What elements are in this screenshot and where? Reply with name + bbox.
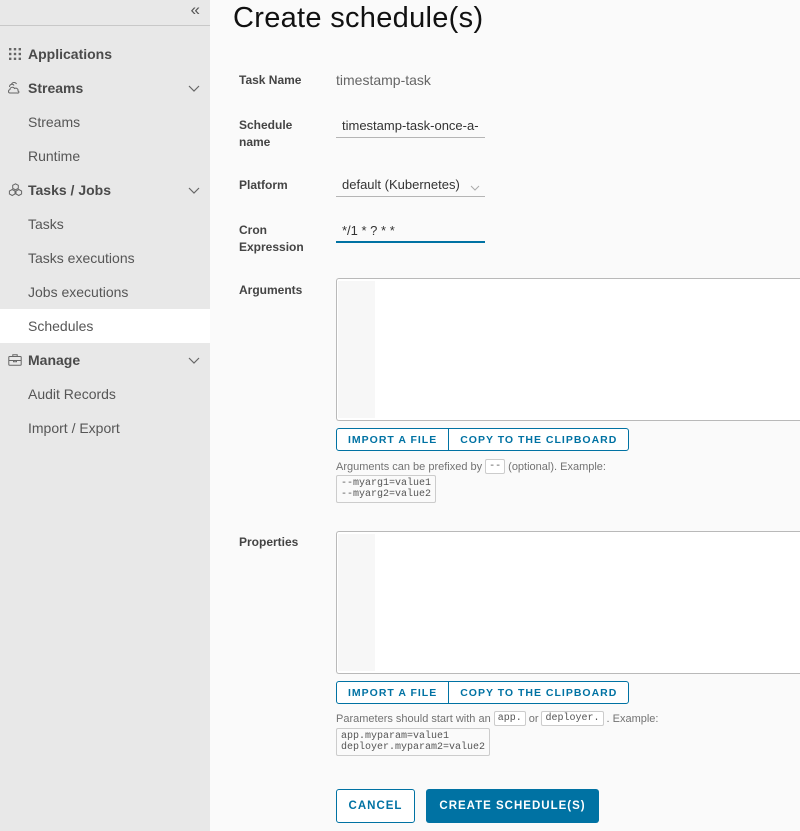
sidebar-item-label: Audit Records — [28, 386, 116, 402]
properties-hint: Parameters should start with an app. or … — [336, 711, 658, 726]
sidebar-item-label: Runtime — [28, 148, 81, 164]
hint-code: -- — [485, 459, 506, 474]
sidebar-group-applications[interactable]: Applications — [0, 37, 210, 71]
sidebar-item-audit-records[interactable]: Audit Records — [0, 377, 210, 411]
properties-import-file-button[interactable]: IMPORT A FILE — [337, 682, 448, 703]
sidebar-group-label: Streams — [28, 80, 84, 96]
hint-text: (optional). Example: — [508, 460, 606, 473]
example-line: --myarg1=value1 — [341, 478, 432, 489]
sidebar-item-import-export[interactable]: Import / Export — [0, 411, 210, 445]
arguments-example: --myarg1=value1 --myarg2=value2 — [336, 475, 437, 503]
briefcase-icon — [7, 352, 23, 368]
sidebar-group-streams[interactable]: Streams — [0, 71, 210, 105]
grid-icon — [7, 46, 23, 62]
task-name-value: timestamp-task — [336, 72, 431, 88]
sidebar-item-tasks-executions[interactable]: Tasks executions — [0, 241, 210, 275]
sidebar-item-streams[interactable]: Streams — [0, 105, 210, 139]
cron-label-line1: Cron — [239, 223, 267, 237]
editor-gutter — [338, 281, 375, 418]
platform-label: Platform — [239, 178, 288, 192]
hint-code: app. — [493, 711, 526, 726]
cron-expression-label: Cron Expression — [239, 222, 304, 256]
platform-select[interactable]: default (Kubernetes) — [336, 173, 485, 197]
hint-text: Parameters should start with an — [336, 712, 491, 725]
double-chevron-left-icon[interactable]: « — [191, 0, 200, 20]
arguments-label: Arguments — [239, 283, 303, 297]
sidebar-group-tasks-jobs[interactable]: Tasks / Jobs — [0, 173, 210, 207]
platform-select-value: default (Kubernetes) — [342, 177, 460, 192]
arguments-hint: Arguments can be prefixed by -- (optiona… — [336, 459, 606, 474]
cron-label-line2: Expression — [239, 240, 304, 254]
cancel-button[interactable]: CANCEL — [336, 789, 415, 823]
sidebar: « Applications Streams Streams Runtime T… — [0, 0, 210, 831]
properties-copy-clipboard-button[interactable]: COPY TO THE CLIPBOARD — [448, 682, 628, 703]
sidebar-item-label: Streams — [28, 114, 81, 130]
hint-text: Arguments can be prefixed by — [336, 460, 483, 473]
schedule-name-label-line2: name — [239, 135, 271, 149]
sidebar-item-runtime[interactable]: Runtime — [0, 139, 210, 173]
hint-code: deployer. — [541, 711, 604, 726]
sidebar-item-label: Jobs executions — [28, 284, 129, 300]
properties-example: app.myparam=value1 deployer.myparam2=val… — [336, 728, 491, 756]
sidebar-collapse-bar: « — [0, 0, 210, 26]
sidebar-group-manage[interactable]: Manage — [0, 343, 210, 377]
sidebar-item-schedules[interactable]: Schedules — [0, 309, 210, 343]
properties-button-group: IMPORT A FILE COPY TO THE CLIPBOARD — [336, 681, 630, 704]
sidebar-group-label: Applications — [28, 46, 113, 62]
arguments-import-file-button[interactable]: IMPORT A FILE — [337, 429, 448, 450]
hint-text: or — [528, 712, 539, 725]
schedule-name-label-line1: Schedule — [239, 118, 293, 132]
properties-label: Properties — [239, 535, 299, 549]
chevron-down-icon[interactable] — [188, 182, 200, 198]
sidebar-item-label: Tasks — [28, 216, 64, 232]
arguments-button-group: IMPORT A FILE COPY TO THE CLIPBOARD — [336, 428, 630, 451]
sidebar-item-label: Import / Export — [28, 420, 120, 436]
chevron-down-icon[interactable] — [188, 80, 200, 96]
schedule-name-label: Schedule name — [239, 117, 292, 151]
example-line: deployer.myparam2=value2 — [341, 742, 486, 753]
chevron-down-icon — [470, 179, 480, 194]
sidebar-item-jobs-executions[interactable]: Jobs executions — [0, 275, 210, 309]
sidebar-group-label: Manage — [28, 352, 81, 368]
example-line: --myarg2=value2 — [341, 489, 432, 500]
task-name-label: Task Name — [239, 73, 302, 87]
main-content: Create schedule(s) Task Name timestamp-t… — [210, 0, 800, 831]
sidebar-item-label: Schedules — [28, 318, 94, 334]
hint-text: . Example: — [606, 712, 659, 725]
editor-gutter — [338, 534, 375, 671]
page-title: Create schedule(s) — [233, 2, 484, 34]
streams-icon — [7, 80, 23, 96]
arguments-editor[interactable] — [336, 278, 800, 421]
sidebar-item-tasks[interactable]: Tasks — [0, 207, 210, 241]
cron-expression-input[interactable]: */1 * ? * * — [336, 219, 485, 243]
tasks-icon — [7, 182, 23, 198]
schedule-name-input[interactable]: timestamp-task-once-a- — [336, 114, 485, 138]
arguments-copy-clipboard-button[interactable]: COPY TO THE CLIPBOARD — [448, 429, 628, 450]
properties-editor[interactable] — [336, 531, 800, 674]
sidebar-nav: Applications Streams Streams Runtime Tas… — [0, 26, 210, 445]
create-schedules-button[interactable]: CREATE SCHEDULE(S) — [426, 789, 599, 823]
sidebar-group-label: Tasks / Jobs — [28, 182, 112, 198]
sidebar-item-label: Tasks executions — [28, 250, 135, 266]
chevron-down-icon[interactable] — [188, 352, 200, 368]
example-line: app.myparam=value1 — [341, 731, 450, 742]
